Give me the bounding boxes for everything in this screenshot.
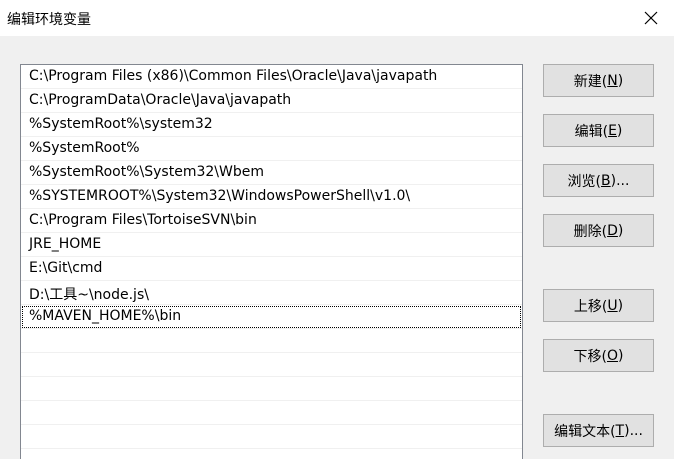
list-item[interactable]: D:\工具~\node.js\ [21, 281, 522, 305]
window-title: 编辑环境变量 [7, 12, 91, 28]
new-button-label-end: ) [617, 72, 624, 89]
edit-text-button[interactable]: 编辑文本(T)... [543, 414, 654, 447]
delete-button-accelerator: D [607, 222, 618, 239]
list-item[interactable]: C:\Program Files (x86)\Common Files\Orac… [21, 65, 522, 89]
list-item[interactable]: %SystemRoot%\system32 [21, 113, 522, 137]
move-down-button-label: 下移( [573, 348, 607, 365]
list-item-text: %SystemRoot% [29, 140, 140, 156]
empty-list-row[interactable] [21, 329, 522, 353]
move-down-button[interactable]: 下移(O) [543, 339, 654, 372]
list-item[interactable]: C:\ProgramData\Oracle\Java\javapath [21, 89, 522, 113]
list-item-text: C:\ProgramData\Oracle\Java\javapath [29, 92, 292, 108]
edit-text-button-label-end: )... [624, 422, 643, 439]
edit-button-label-end: ) [616, 122, 623, 139]
delete-button-label-end: ) [617, 222, 624, 239]
move-down-button-accelerator: O [606, 347, 619, 364]
move-down-button-label-end: ) [618, 347, 624, 364]
edit-button-accelerator: E [608, 122, 617, 139]
close-button[interactable] [628, 0, 674, 36]
list-item-text: E:\Git\cmd [29, 260, 103, 276]
delete-button[interactable]: 删除(D) [543, 214, 654, 247]
new-button[interactable]: 新建(N) [543, 64, 654, 97]
browse-button-label: 浏览( [567, 173, 602, 190]
browse-button-label-end: )... [610, 172, 630, 189]
list-item-text: %SYSTEMROOT%\System32\WindowsPowerShell\… [29, 188, 411, 204]
title-bar: 编辑环境变量 [0, 0, 674, 36]
list-item-selected[interactable]: %MAVEN_HOME%\bin [21, 305, 522, 329]
close-icon [644, 11, 658, 25]
list-item-text: JRE_HOME [29, 236, 102, 252]
list-item-text: %SystemRoot%\System32\Wbem [29, 164, 264, 180]
browse-button[interactable]: 浏览(B)... [543, 164, 654, 197]
path-list[interactable]: C:\Program Files (x86)\Common Files\Orac… [20, 64, 523, 459]
list-item[interactable]: %SystemRoot%\System32\Wbem [21, 161, 522, 185]
delete-button-label: 删除( [573, 223, 608, 240]
edit-button-label: 编辑( [574, 123, 609, 140]
edit-text-button-accelerator: T [615, 422, 625, 439]
empty-list-row[interactable] [21, 377, 522, 401]
new-button-label: 新建( [573, 73, 608, 90]
move-up-button-label-end: ) [617, 297, 624, 314]
empty-list-row[interactable] [21, 401, 522, 425]
move-up-button-accelerator: U [607, 297, 618, 314]
list-item-text: C:\Program Files\TortoiseSVN\bin [29, 212, 257, 228]
edit-env-variable-dialog: 编辑环境变量 C:\Program Files (x86)\Common Fil… [0, 0, 674, 459]
edit-text-button-label: 编辑文本( [554, 423, 616, 440]
list-item-text: D:\工具~\node.js\ [29, 287, 149, 303]
browse-button-accelerator: B [601, 172, 611, 189]
list-item-text: %SystemRoot%\system32 [29, 116, 213, 132]
list-item[interactable]: C:\Program Files\TortoiseSVN\bin [21, 209, 522, 233]
list-item-text: C:\Program Files (x86)\Common Files\Orac… [29, 68, 438, 84]
list-item-text: %MAVEN_HOME%\bin [29, 308, 182, 324]
empty-list-row[interactable] [21, 353, 522, 377]
empty-list-row[interactable] [21, 425, 522, 449]
list-item[interactable]: JRE_HOME [21, 233, 522, 257]
edit-button[interactable]: 编辑(E) [543, 114, 654, 147]
list-item[interactable]: E:\Git\cmd [21, 257, 522, 281]
new-button-accelerator: N [607, 72, 618, 89]
list-item[interactable]: %SYSTEMROOT%\System32\WindowsPowerShell\… [21, 185, 522, 209]
move-up-button-label: 上移( [573, 298, 608, 315]
move-up-button[interactable]: 上移(U) [543, 289, 654, 322]
list-item[interactable]: %SystemRoot% [21, 137, 522, 161]
